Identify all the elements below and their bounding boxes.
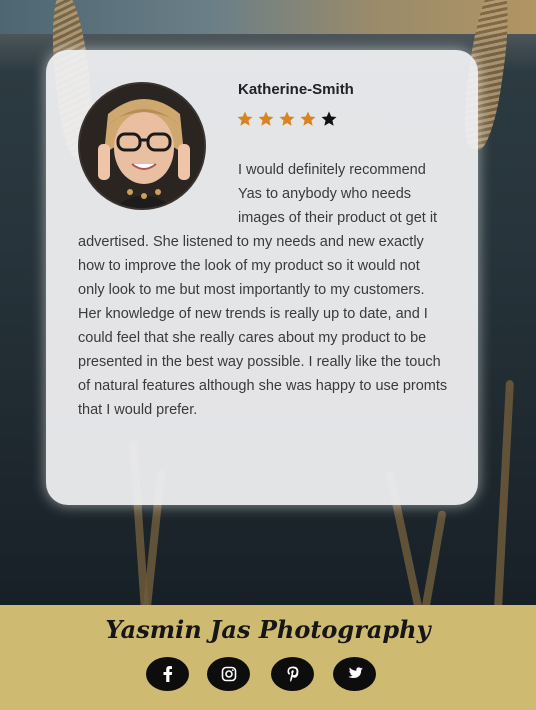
brand-name: Yasmin Jas Photography [105,615,431,644]
rating-stars [236,110,338,128]
pinterest-button[interactable] [271,657,314,691]
reviewer-name: Katherine-Smith [238,81,354,98]
testimonial-card: Katherine-Smith I would definitely recom… [46,50,478,505]
star-filled-icon [237,111,253,126]
background-grass [493,379,515,605]
instagram-button[interactable] [207,657,250,691]
star-filled-icon [300,111,316,126]
star-filled-icon [279,111,295,126]
twitter-button[interactable] [333,657,376,691]
facebook-icon [163,666,172,682]
star-filled-icon [258,111,274,126]
footer: Yasmin Jas Photography [0,605,536,710]
background-grass [421,510,447,605]
facebook-button[interactable] [146,657,189,691]
instagram-icon [221,666,236,682]
star-empty-icon [321,111,337,126]
twitter-icon [347,667,363,678]
review-text-block: I would definitely recommend Yas to anyb… [78,158,448,422]
pinterest-icon [287,666,298,682]
social-links [0,657,536,691]
